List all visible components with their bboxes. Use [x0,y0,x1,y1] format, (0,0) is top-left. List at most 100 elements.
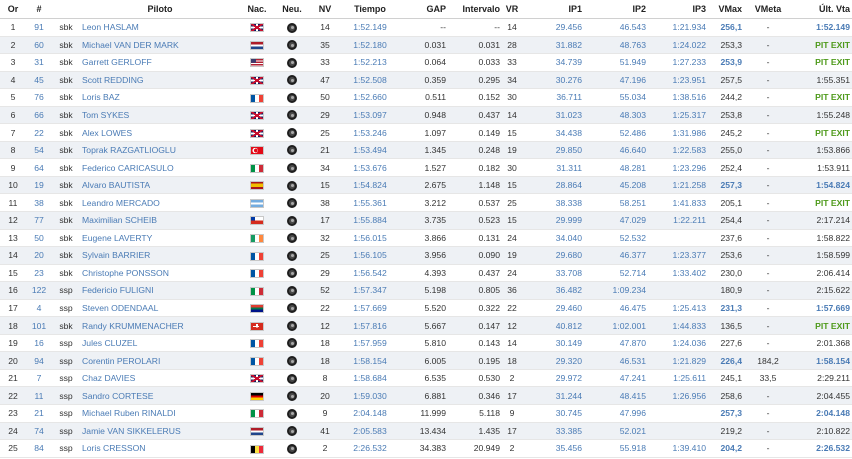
table-row[interactable]: 6 66 sbk Tom SYKES 29 1:53.097 0.948 0.437 14 31.… [0,106,852,125]
table-row[interactable]: 5 76 sbk Loris BAZ 50 1:52.660 0.511 0.152 30 36.… [0,88,852,107]
rider-name-link[interactable]: Maximilian SCHEIB [80,211,240,230]
col-header-interval[interactable]: Intervalo [448,0,502,19]
cell-ip3: 1:41.833 [648,193,708,213]
rider-name-link[interactable]: Scott REDDING [80,71,240,90]
table-row[interactable]: 17 4 ssp Steven ODENDAAL 22 1:57.669 5.520 0.32… [0,299,852,318]
table-row[interactable]: 23 21 ssp Michael Ruben RINALDI 9 2:04.148 11.… [0,404,852,423]
cell-laps: 17 [310,211,340,230]
table-row[interactable]: 2 60 sbk Michael VAN DER MARK 35 1:52.180 0.03… [0,36,852,55]
cell-number: 19 [26,176,52,195]
table-row[interactable]: 21 7 ssp Chaz DAVIES 8 1:58.684 6.535 0.530 2 29.… [0,369,852,388]
col-header-ip2[interactable]: IP2 [584,0,648,19]
cell-ip2: 52.486 [584,123,648,142]
col-header-gap[interactable]: GAP [400,0,448,19]
table-row[interactable]: 10 19 sbk Alvaro BAUTISTA 15 1:54.824 2.675 1.1… [0,176,852,195]
esp-flag-icon [250,181,264,191]
rider-name-link[interactable]: Eugene LAVERTY [80,229,240,248]
col-header-ip3[interactable]: IP3 [648,0,708,19]
table-row[interactable]: 11 38 sbk Leandro MERCADO 38 1:55.361 3.212 0.5… [0,193,852,213]
table-row[interactable]: 25 84 ssp Loris CRESSON 2 2:26.532 34.383 20.94… [0,439,852,458]
col-header-number[interactable]: # [26,0,52,19]
table-row[interactable]: 9 64 sbk Federico CARICASULO 34 1:53.676 1.527… [0,158,852,177]
cell-vmax: 230,0 [708,264,744,283]
rider-name-link[interactable]: Loris CRESSON [80,439,240,458]
cell-interval: 0.182 [448,158,502,177]
cell-time: 1:53.246 [340,123,400,142]
cell-ip3: 1:25.611 [648,369,708,388]
cell-vmax: 253,3 [708,36,744,55]
col-header-vr[interactable]: VR [502,0,522,19]
cell-position: 15 [0,264,26,283]
col-header-tyre[interactable]: Neu. [274,0,310,19]
table-row[interactable]: 7 22 sbk Alex LOWES 25 1:53.246 1.097 0.149 15 34… [0,123,852,142]
cell-laps: 20 [310,386,340,406]
rider-name-link[interactable]: Michael Ruben RINALDI [80,404,240,423]
rider-name-link[interactable]: Alvaro BAUTISTA [80,176,240,195]
table-row[interactable]: 16 122 ssp Federicio FULIGNI 52 1:57.347 5.198… [0,281,852,300]
cell-nationality [240,18,274,37]
table-row[interactable]: 18 101 sbk Randy KRUMMENACHER 12 1:57.816 5.66… [0,316,852,335]
cell-ip1: 33.708 [522,264,584,283]
tyre-icon [287,145,297,156]
rider-name-link[interactable]: Corentin PEROLARI [80,351,240,370]
col-header-position[interactable]: Or [0,0,26,19]
cell-last-lap: 1:58.154 [792,351,852,370]
cell-number: 38 [26,193,52,213]
table-row[interactable]: 13 50 sbk Eugene LAVERTY 32 1:56.015 3.866 0.13… [0,229,852,248]
cell-ip2: 55.034 [584,88,648,107]
table-row[interactable]: 15 23 sbk Christophe PONSSON 29 1:56.542 4.393… [0,264,852,283]
rider-name-link[interactable]: Loris BAZ [80,88,240,107]
rider-name-link[interactable]: Federico CARICASULO [80,158,240,177]
rider-name-link[interactable]: Chaz DAVIES [80,369,240,388]
ita-flag-icon [250,286,264,296]
col-header-ip1[interactable]: IP1 [522,0,584,19]
cell-last-lap: 1:55.351 [792,71,852,90]
tyre-icon [287,215,297,226]
rider-name-link[interactable]: Sandro CORTESE [80,386,240,406]
rider-name-link[interactable]: Garrett GERLOFF [80,53,240,72]
table-row[interactable]: 3 31 sbk Garrett GERLOFF 33 1:52.213 0.064 0.03… [0,53,852,72]
rider-name-link[interactable]: Alex LOWES [80,123,240,142]
cell-position: 19 [0,334,26,353]
rider-name-link[interactable]: Leon HASLAM [80,18,240,37]
cell-vr: 34 [502,71,522,90]
rider-name-link[interactable]: Federicio FULIGNI [80,281,240,300]
table-row[interactable]: 19 16 ssp Jules CLUZEL 18 1:57.959 5.810 0.143 1… [0,334,852,353]
table-row[interactable]: 4 45 sbk Scott REDDING 47 1:52.508 0.359 0.295 3… [0,71,852,90]
rider-name-link[interactable]: Jules CLUZEL [80,334,240,353]
cell-vmeta: - [744,53,792,72]
table-row[interactable]: 1 91 sbk Leon HASLAM 14 1:52.149 -- -- 14 29.456 4… [0,18,852,37]
rider-name-link[interactable]: Steven ODENDAAL [80,299,240,318]
cell-vmeta: - [744,246,792,265]
rider-name-link[interactable]: Michael VAN DER MARK [80,36,240,55]
cell-laps: 8 [310,369,340,388]
cell-tyre [274,299,310,318]
table-row[interactable]: 24 74 ssp Jamie VAN SIKKELERUS 41 2:05.583 13.… [0,422,852,441]
col-header-rider[interactable]: Piloto [80,0,240,19]
rider-name-link[interactable]: Randy KRUMMENACHER [80,316,240,335]
cell-nationality [240,386,274,406]
cell-ip3: 1:21.934 [648,18,708,37]
col-header-vmeta[interactable]: VMeta [744,0,792,19]
rider-name-link[interactable]: Leandro MERCADO [80,193,240,213]
table-row[interactable]: 14 20 sbk Sylvain BARRIER 25 1:56.105 3.956 0.0… [0,246,852,265]
col-header-nationality[interactable]: Nac. [240,0,274,19]
col-header-time[interactable]: Tiempo [340,0,400,19]
cell-nationality [240,316,274,335]
rider-name-link[interactable]: Jamie VAN SIKKELERUS [80,422,240,441]
table-row[interactable]: 12 77 sbk Maximilian SCHEIB 17 1:55.884 3.735 0… [0,211,852,230]
cell-gap: 1.527 [400,158,448,177]
rider-name-link[interactable]: Christophe PONSSON [80,264,240,283]
table-row[interactable]: 20 94 ssp Corentin PEROLARI 18 1:58.154 6.005 0… [0,351,852,370]
cell-vmax: 252,4 [708,158,744,177]
rider-name-link[interactable]: Sylvain BARRIER [80,246,240,265]
table-row[interactable]: 8 54 sbk Toprak RAZGATLIOGLU 21 1:53.494 1.345… [0,141,852,160]
col-header-vmax[interactable]: VMax [708,0,744,19]
table-row[interactable]: 22 11 ssp Sandro CORTESE 20 1:59.030 6.881 0.34… [0,386,852,406]
rider-name-link[interactable]: Toprak RAZGATLIOGLU [80,141,240,160]
rider-name-link[interactable]: Tom SYKES [80,106,240,125]
col-header-laps[interactable]: NV [310,0,340,19]
cell-number: 122 [26,281,52,300]
tyre-icon [287,110,297,121]
col-header-last-lap[interactable]: Últ. Vta [792,0,852,19]
